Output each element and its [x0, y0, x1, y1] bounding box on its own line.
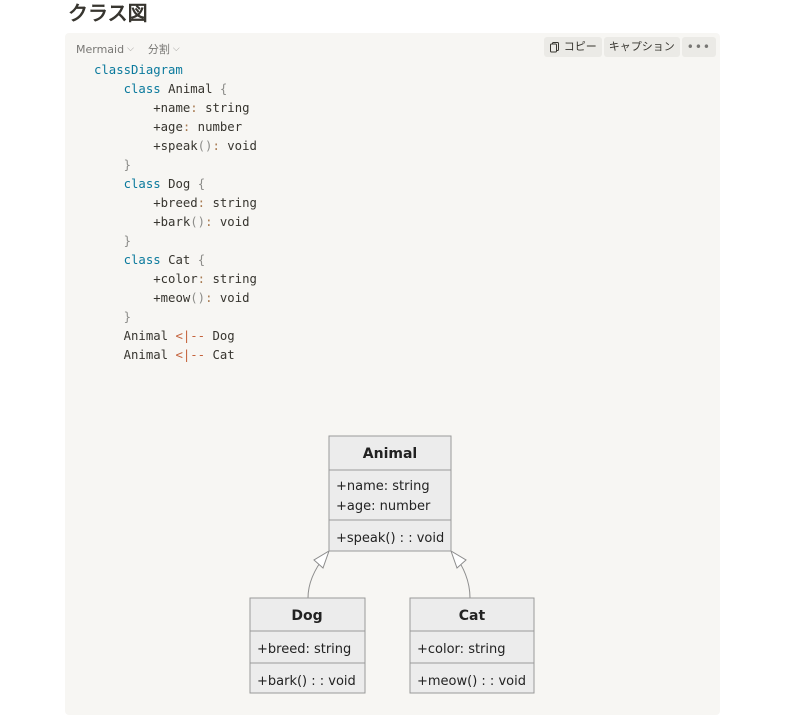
- class-diagram: Animal +name: string +age: number +speak…: [249, 435, 535, 694]
- code-block[interactable]: Mermaid ⌵ 分割 ⌵ コピー キャプション ••• classDiagr…: [65, 33, 720, 715]
- uml-attribute: +age: number: [336, 499, 431, 514]
- uml-class-cat: Cat +color: string +meow() : : void: [409, 597, 535, 694]
- uml-class-animal: Animal +name: string +age: number +speak…: [328, 435, 452, 552]
- inheritance-arrow-dog: [313, 549, 330, 569]
- uml-attribute: +breed: string: [257, 642, 351, 657]
- inheritance-arrow-cat: [450, 549, 467, 569]
- uml-class-title: Dog: [291, 608, 322, 624]
- page-title: クラス図: [68, 1, 148, 25]
- uml-class-title: Cat: [459, 608, 486, 624]
- uml-method: +bark() : : void: [257, 674, 356, 689]
- uml-method: +speak() : : void: [336, 531, 444, 546]
- uml-class-title: Animal: [363, 446, 417, 462]
- uml-attribute: +color: string: [417, 642, 506, 657]
- uml-attribute: +name: string: [336, 479, 430, 494]
- uml-method: +meow() : : void: [417, 674, 526, 689]
- uml-class-dog: Dog +breed: string +bark() : : void: [249, 597, 366, 694]
